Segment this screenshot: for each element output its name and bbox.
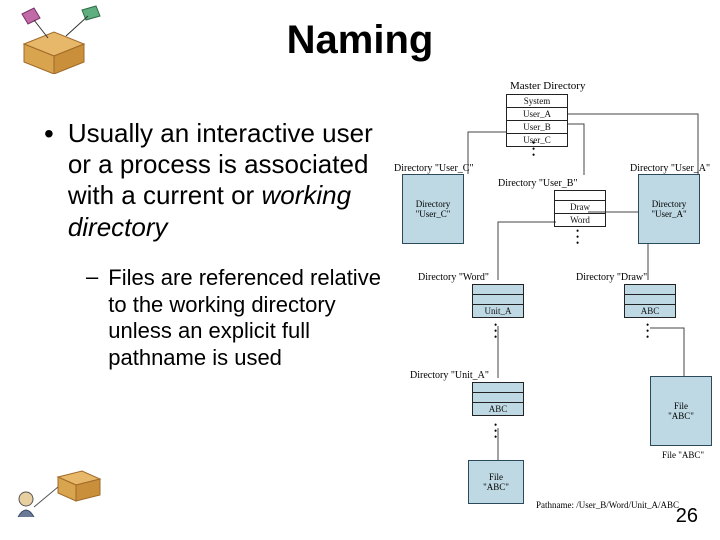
dir-draw-label: Directory "Draw" <box>576 272 647 283</box>
dots: ••• <box>576 228 579 246</box>
dir-user-b-stack: Draw Word <box>554 190 606 227</box>
slide-title: Naming <box>0 18 720 63</box>
sub-bullet-text: Files are referenced relative to the wor… <box>108 265 394 372</box>
text-column: • Usually an interactive user or a proce… <box>44 118 394 372</box>
file-abc-right-box: File"ABC" <box>650 376 712 446</box>
user-b-cell <box>555 191 605 201</box>
dir-word-label: Directory "Word" <box>418 272 489 283</box>
directory-tree-diagram: Master Directory System User_A User_B Us… <box>398 80 708 510</box>
person-cube-decoration-icon <box>4 469 114 534</box>
dir-unit-a-stack: ABC <box>472 382 524 416</box>
dir-word-stack: Unit_A <box>472 284 524 318</box>
file-abc-bottom-box: File"ABC" <box>468 460 524 504</box>
unit-a-cell: ABC <box>473 403 523 415</box>
dir-unit-a-label: Directory "Unit_A" <box>410 370 489 381</box>
word-cell <box>473 285 523 295</box>
dots: ••• <box>494 322 497 340</box>
word-cell: Unit_A <box>473 305 523 317</box>
file-abc-right-label: File "ABC" <box>662 450 704 460</box>
dir-user-c-box: Directory"User_C" <box>402 174 464 244</box>
unit-a-cell <box>473 393 523 403</box>
user-b-cell: Draw <box>555 201 605 214</box>
draw-cell: ABC <box>625 305 675 317</box>
dir-user-a-box: Directory"User_A" <box>638 174 700 244</box>
dots: ••• <box>494 422 497 440</box>
pathname-label: Pathname: /User_B/Word/Unit_A/ABC <box>536 500 679 510</box>
bullet-marker: • <box>44 120 54 148</box>
draw-cell <box>625 285 675 295</box>
dir-draw-stack: ABC <box>624 284 676 318</box>
user-b-cell: Word <box>555 214 605 226</box>
dir-user-b-label: Directory "User_B" <box>498 178 578 189</box>
bullet-text: Usually an interactive user or a process… <box>68 118 394 243</box>
word-cell <box>473 295 523 305</box>
unit-a-cell <box>473 383 523 393</box>
dir-user-c-label: Directory "User_C" <box>394 163 474 174</box>
main-bullet: • Usually an interactive user or a proce… <box>44 118 394 243</box>
dir-user-a-label: Directory "User_A" <box>630 163 710 174</box>
sub-bullet: – Files are referenced relative to the w… <box>86 265 394 372</box>
sub-bullet-marker: – <box>86 265 98 289</box>
dots: ••• <box>646 322 649 340</box>
draw-cell <box>625 295 675 305</box>
